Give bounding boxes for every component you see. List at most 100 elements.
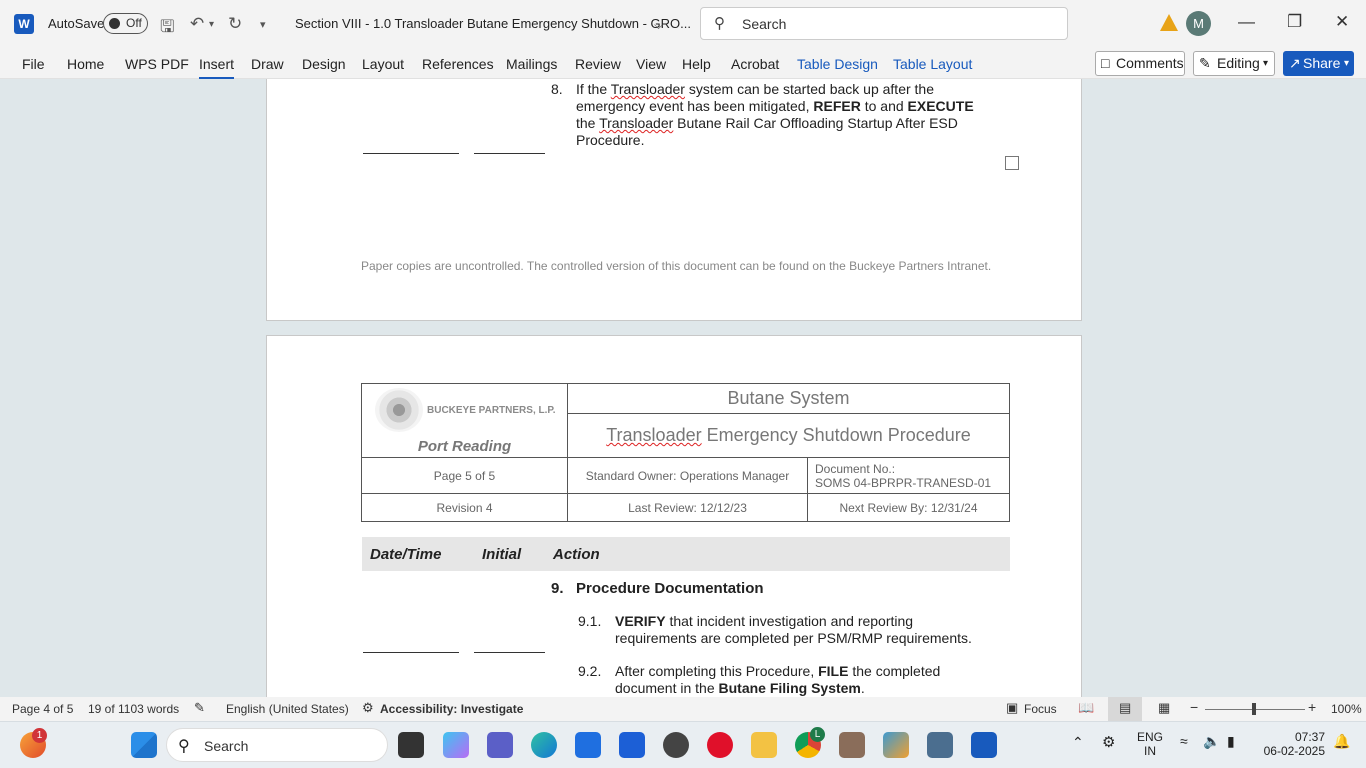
pencil-icon: ✎ xyxy=(1199,55,1211,71)
dell-icon[interactable] xyxy=(663,732,689,758)
autosave-label: AutoSave xyxy=(48,16,105,31)
word-taskbar-icon[interactable] xyxy=(971,732,997,758)
app-icon-2[interactable] xyxy=(839,732,865,758)
initial-signature-line-9[interactable] xyxy=(474,652,545,653)
windows-start-icon[interactable] xyxy=(131,732,157,758)
tab-home[interactable]: Home xyxy=(67,56,104,72)
task-view-icon[interactable] xyxy=(398,732,424,758)
undo-dropdown-icon[interactable]: ▾ xyxy=(209,19,214,30)
tab-mailings[interactable]: Mailings xyxy=(506,56,557,72)
logo-cell: BUCKEYE PARTNERS, L.P. Port Reading xyxy=(361,383,568,458)
proofing-icon[interactable]: ✎ xyxy=(194,700,205,716)
col-action: Action xyxy=(553,546,600,563)
tab-draw[interactable]: Draw xyxy=(251,56,284,72)
search-placeholder: Search xyxy=(742,16,787,32)
datetime-signature-line[interactable] xyxy=(363,153,459,154)
autosave-toggle[interactable]: Off xyxy=(103,13,148,34)
tab-insert[interactable]: Insert xyxy=(199,56,235,79)
focus-button[interactable]: Focus xyxy=(1024,702,1057,716)
word-count[interactable]: 19 of 1103 words xyxy=(88,702,179,716)
title-dropdown-icon[interactable]: ⌵ xyxy=(654,18,663,33)
store-icon[interactable] xyxy=(575,732,601,758)
tab-references[interactable]: References xyxy=(422,56,494,72)
editing-label: Editing xyxy=(1217,55,1260,71)
app-icon[interactable] xyxy=(619,732,645,758)
datetime-signature-line-9[interactable] xyxy=(363,652,459,653)
chevron-up-icon[interactable]: ⌃ xyxy=(1072,734,1084,751)
notifications-icon[interactable]: 🔔 xyxy=(1333,733,1350,750)
tab-layout[interactable]: Layout xyxy=(362,56,404,72)
tab-table-design[interactable]: Table Design xyxy=(797,56,878,72)
share-icon: ↗ xyxy=(1289,55,1301,71)
network-app-icon[interactable]: ⚙ xyxy=(1102,733,1115,751)
file-explorer-icon[interactable] xyxy=(751,732,777,758)
word-app-icon: W xyxy=(14,14,34,34)
step-9-1-number: 9.1. xyxy=(578,613,602,629)
avatar[interactable]: M xyxy=(1186,11,1211,36)
document-area[interactable]: 8. If the Transloader system can be star… xyxy=(0,79,1366,697)
edge-icon[interactable] xyxy=(531,732,557,758)
step-checkbox[interactable] xyxy=(1005,156,1019,170)
tab-review[interactable]: Review xyxy=(575,56,621,72)
zoom-out-icon[interactable]: − xyxy=(1190,699,1198,715)
taskbar-search-label: Search xyxy=(204,738,249,754)
step-9-2-text[interactable]: After completing this Procedure, FILE th… xyxy=(615,663,995,697)
battery-icon[interactable]: ▮ xyxy=(1227,733,1235,750)
tab-table-layout[interactable]: Table Layout xyxy=(893,56,972,72)
comments-button[interactable]: □ Comments xyxy=(1095,51,1185,76)
section-9-number: 9. xyxy=(551,580,564,597)
share-button[interactable]: ↗ Share ▾ xyxy=(1283,51,1354,76)
search-box[interactable]: ⚲ Search xyxy=(700,7,1068,40)
customize-toolbar-icon[interactable]: ▾ xyxy=(260,18,266,31)
language-indicator[interactable]: English (United States) xyxy=(226,702,349,716)
app-icon-4[interactable] xyxy=(927,732,953,758)
language-tray[interactable]: ENG IN xyxy=(1137,730,1163,758)
document-title[interactable]: Section VIII - 1.0 Transloader Butane Em… xyxy=(295,16,691,31)
comments-label: Comments xyxy=(1116,55,1184,71)
warning-icon[interactable] xyxy=(1160,14,1178,31)
maximize-button[interactable]: ❐ xyxy=(1287,12,1302,32)
tab-design[interactable]: Design xyxy=(302,56,346,72)
initial-signature-line[interactable] xyxy=(474,153,545,154)
step-9-1-text[interactable]: VERIFY that incident investigation and r… xyxy=(615,613,995,647)
chrome-profile-badge: L xyxy=(810,727,825,742)
wifi-icon[interactable]: ≈ xyxy=(1180,733,1188,749)
page-indicator[interactable]: Page 4 of 5 xyxy=(12,702,73,716)
comment-icon: □ xyxy=(1101,55,1110,71)
step-8-text[interactable]: If the Transloader system can be started… xyxy=(576,81,996,149)
col-datetime: Date/Time xyxy=(370,546,442,563)
teams-icon[interactable] xyxy=(487,732,513,758)
undo-icon[interactable]: ↶ xyxy=(190,14,204,34)
tab-wps-pdf[interactable]: WPS PDF xyxy=(125,56,189,72)
tab-view[interactable]: View xyxy=(636,56,666,72)
tab-file[interactable]: File xyxy=(22,56,45,72)
taskbar-search[interactable]: ⚲ Search xyxy=(166,728,388,762)
app-icon-3[interactable] xyxy=(883,732,909,758)
volume-icon[interactable]: 🔈 xyxy=(1203,733,1220,750)
copilot-icon[interactable] xyxy=(443,732,469,758)
save-icon[interactable]: 🖫 xyxy=(160,14,174,43)
location-label: Port Reading xyxy=(417,438,512,455)
close-button[interactable]: ✕ xyxy=(1335,12,1349,32)
web-layout-icon[interactable]: ▦ xyxy=(1158,700,1170,716)
redo-icon[interactable]: ↻ xyxy=(228,14,242,34)
read-mode-icon[interactable]: 📖 xyxy=(1078,700,1094,716)
clock[interactable]: 07:37 06-02-2025 xyxy=(1260,730,1325,758)
editing-mode-button[interactable]: ✎ Editing ▾ xyxy=(1193,51,1275,76)
document-header-table: BUCKEYE PARTNERS, L.P. Port Reading Buta… xyxy=(361,383,1010,522)
share-dropdown-icon: ▾ xyxy=(1344,58,1350,69)
accessibility-status[interactable]: Accessibility: Investigate xyxy=(380,702,523,716)
opera-icon[interactable] xyxy=(707,732,733,758)
focus-icon: ▣ xyxy=(1006,700,1019,715)
last-review-cell: Last Review: 12/12/23 xyxy=(567,493,808,522)
zoom-level[interactable]: 100% xyxy=(1331,702,1362,716)
minimize-button[interactable]: — xyxy=(1238,12,1255,32)
tab-help[interactable]: Help xyxy=(682,56,711,72)
buckeye-logo xyxy=(375,388,423,432)
next-review-cell: Next Review By: 12/31/24 xyxy=(807,493,1010,522)
share-label: Share xyxy=(1303,55,1341,71)
tab-acrobat[interactable]: Acrobat xyxy=(731,56,779,72)
system-title: Butane System xyxy=(567,383,1010,414)
zoom-in-icon[interactable]: + xyxy=(1308,699,1316,715)
zoom-slider-thumb[interactable] xyxy=(1252,703,1256,715)
